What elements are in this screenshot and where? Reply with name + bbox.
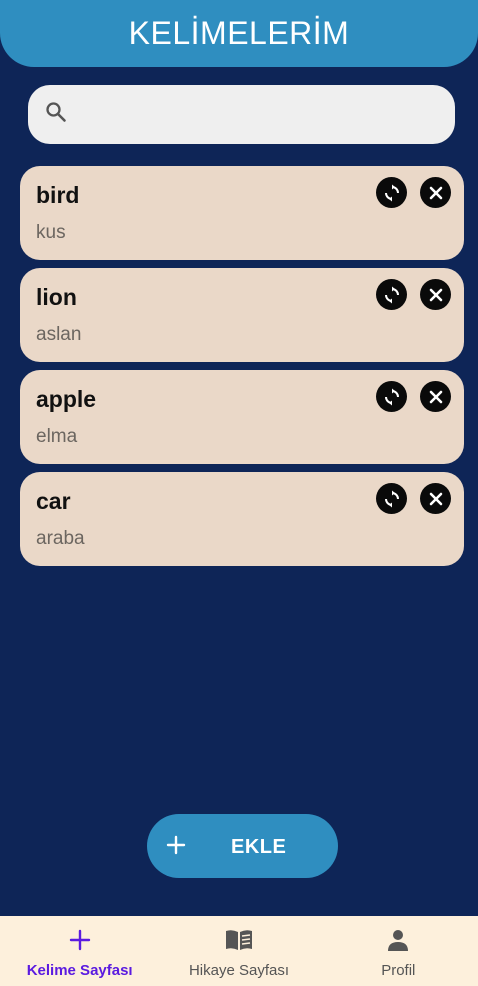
word-text: lion (36, 284, 77, 310)
sync-icon (384, 490, 399, 507)
word-card: apple elma (20, 370, 464, 464)
search-icon (44, 100, 68, 129)
word-card: car araba (20, 472, 464, 566)
search-bar[interactable] (28, 84, 455, 145)
nav-item-profil[interactable]: Profil (319, 916, 478, 986)
nav-label: Kelime Sayfası (26, 962, 133, 979)
delete-button[interactable] (420, 381, 451, 412)
meaning-text: kus (36, 222, 66, 243)
sync-button[interactable] (376, 279, 407, 310)
add-word-button[interactable]: EKLE (147, 814, 338, 878)
person-icon (386, 927, 410, 953)
app-header: KELİMELERİM (0, 0, 478, 67)
plus-icon (166, 835, 186, 855)
nav-label: Profil (381, 962, 416, 979)
nav-item-kelime[interactable]: Kelime Sayfası (0, 916, 159, 986)
word-text: bird (36, 182, 80, 208)
bottom-navigation: Kelime Sayfası Hikaye Sayfası Profil (0, 916, 478, 986)
add-button-label: EKLE (231, 836, 287, 858)
nav-item-hikaye[interactable]: Hikaye Sayfası (159, 916, 318, 986)
sync-button[interactable] (376, 483, 407, 514)
sync-button[interactable] (376, 177, 407, 208)
close-icon (429, 492, 442, 505)
delete-button[interactable] (420, 483, 451, 514)
plus-icon (69, 927, 91, 953)
book-icon (224, 927, 254, 953)
delete-button[interactable] (420, 279, 451, 310)
word-card: lion aslan (20, 268, 464, 362)
nav-label: Hikaye Sayfası (188, 962, 290, 979)
meaning-text: araba (36, 528, 85, 549)
delete-button[interactable] (420, 177, 451, 208)
search-input[interactable] (78, 84, 455, 145)
page-title: KELİMELERİM (128, 15, 350, 51)
word-text: car (36, 488, 71, 514)
sync-icon (384, 184, 399, 201)
close-icon (429, 186, 442, 199)
meaning-text: aslan (36, 324, 82, 345)
close-icon (429, 390, 442, 403)
sync-button[interactable] (376, 381, 407, 412)
word-text: apple (36, 386, 97, 412)
word-card: bird kus (20, 166, 464, 260)
sync-icon (384, 388, 399, 405)
close-icon (429, 288, 442, 301)
sync-icon (384, 286, 399, 303)
meaning-text: elma (36, 426, 78, 447)
